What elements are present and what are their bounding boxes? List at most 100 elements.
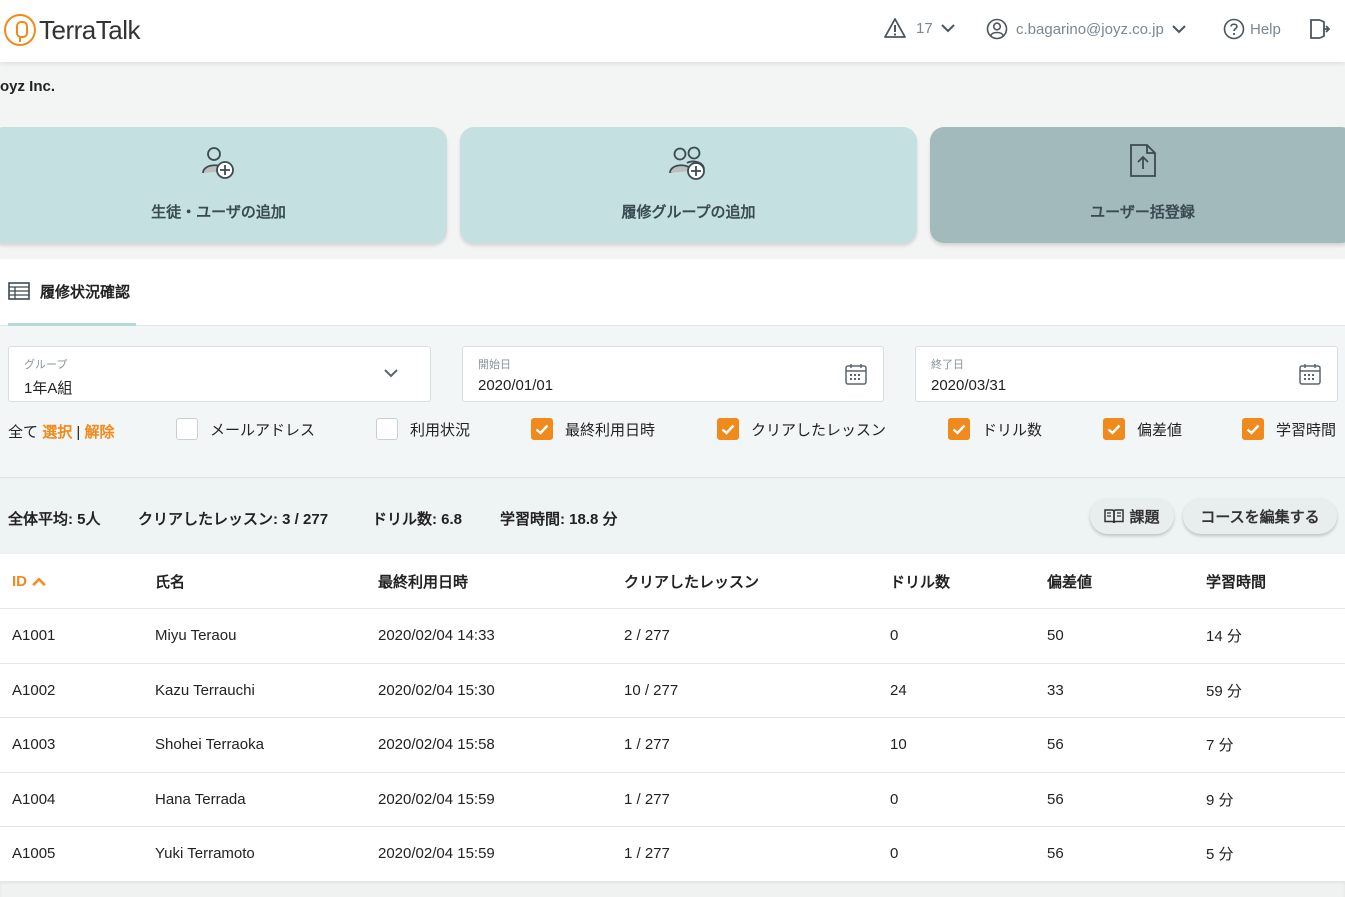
column-header-last-used[interactable]: 最終利用日時: [378, 554, 468, 608]
checkbox-box[interactable]: [176, 418, 198, 440]
help-link[interactable]: Help: [1223, 18, 1281, 40]
edit-course-button-label: コースを編集する: [1200, 508, 1320, 526]
checkbox-usage-status-label: 利用状況: [410, 421, 471, 439]
filter-panel: グループ 1年A組 開始日 2020/01/01 終了日 2020/03/31 …: [0, 326, 1345, 478]
cell-deviation-score: 50: [1047, 627, 1064, 645]
table-row[interactable]: A1002 Kazu Terrauchi 2020/02/04 15:30 10…: [0, 664, 1345, 718]
cell-deviation-score: 33: [1047, 681, 1064, 699]
select-all-link[interactable]: 選択: [42, 424, 72, 441]
alerts-count: 17: [916, 19, 933, 37]
start-date-field[interactable]: 開始日 2020/01/01: [462, 346, 884, 402]
book-icon: [1104, 509, 1125, 524]
checkbox-cleared-lessons[interactable]: クリアしたレッスン: [717, 418, 886, 440]
checkbox-box-checked[interactable]: [1242, 418, 1264, 440]
cell-last-used: 2020/02/04 15:30: [378, 681, 495, 699]
cell-drill-count: 24: [890, 681, 907, 699]
tab-bar: 履修状況確認: [0, 259, 1345, 326]
column-header-cleared-lessons[interactable]: クリアしたレッスン: [624, 554, 759, 608]
cell-id: A1002: [12, 681, 56, 699]
cell-last-used: 2020/02/04 15:59: [378, 790, 495, 808]
cell-study-time: 59 分: [1206, 682, 1242, 700]
alerts-menu[interactable]: 17: [884, 18, 955, 38]
group-select-label: グループ: [24, 359, 68, 371]
cell-drill-count: 10: [890, 736, 907, 754]
file-upload-icon: [1128, 143, 1158, 183]
cell-deviation-score: 56: [1047, 736, 1064, 754]
checkbox-box-checked[interactable]: [531, 418, 553, 440]
checkbox-cleared-lessons-label: クリアしたレッスン: [751, 421, 887, 439]
warning-icon: [884, 18, 906, 38]
table-row[interactable]: A1004 Hana Terrada 2020/02/04 15:59 1 / …: [0, 773, 1345, 827]
terratalk-logo[interactable]: TerraTalk: [4, 14, 140, 46]
checkbox-usage-status[interactable]: 利用状況: [376, 418, 470, 440]
cell-study-time: 7 分: [1206, 737, 1234, 755]
start-date-value: 2020/01/01: [478, 377, 554, 394]
top-bar: TerraTalk 17 c.bagarino@joyz.co.jp Help: [0, 0, 1345, 62]
summary-drills-label: ドリル数:: [372, 511, 437, 528]
checkbox-box-checked[interactable]: [717, 418, 739, 440]
summary-drills: ドリル数: 6.8: [372, 508, 462, 529]
checkbox-box[interactable]: [376, 418, 398, 440]
cell-id: A1001: [12, 627, 56, 645]
column-header-deviation-score[interactable]: 偏差値: [1047, 554, 1092, 608]
cell-deviation-score: 56: [1047, 790, 1064, 808]
summary-average: 全体平均: 5人: [8, 508, 101, 529]
tab-enrollment-status[interactable]: 履修状況確認: [8, 259, 136, 326]
checkbox-deviation-score[interactable]: 偏差値: [1103, 418, 1182, 440]
cell-cleared-lessons: 1 / 277: [624, 845, 670, 863]
end-date-label: 終了日: [931, 359, 964, 371]
calendar-icon[interactable]: [845, 363, 867, 385]
user-menu[interactable]: c.bagarino@joyz.co.jp: [986, 18, 1186, 40]
assignments-button[interactable]: 課題: [1090, 498, 1174, 534]
bulk-user-registration-card[interactable]: ユーザー括登録: [930, 127, 1345, 243]
cell-last-used: 2020/02/04 15:59: [378, 845, 495, 863]
cell-name: Kazu Terrauchi: [155, 681, 255, 699]
page-bottom-edge: [0, 881, 1345, 897]
end-date-field[interactable]: 終了日 2020/03/31: [915, 346, 1338, 402]
calendar-icon[interactable]: [1299, 363, 1321, 385]
end-date-value: 2020/03/31: [931, 377, 1007, 394]
edit-course-button[interactable]: コースを編集する: [1183, 498, 1337, 534]
summary-average-value: 5人: [77, 511, 101, 528]
checkbox-study-time[interactable]: 学習時間: [1242, 418, 1336, 440]
cell-deviation-score: 56: [1047, 845, 1064, 863]
enrollment-table: ID 氏名 最終利用日時 クリアしたレッスン ドリル数 偏差値 学習時間 A10…: [0, 554, 1345, 882]
user-email: c.bagarino@joyz.co.jp: [1016, 20, 1164, 38]
check-icon: [1107, 424, 1121, 435]
cell-name: Hana Terrada: [155, 790, 246, 808]
chevron-down-icon: [1172, 24, 1186, 33]
cell-name: Shohei Terraoka: [155, 736, 264, 754]
cell-name: Miyu Teraou: [155, 627, 237, 645]
cell-name: Yuki Terramoto: [155, 845, 255, 863]
checkbox-box-checked[interactable]: [1103, 418, 1125, 440]
summary-study-time-value: 18.8 分: [569, 511, 618, 528]
cell-drill-count: 0: [890, 627, 899, 645]
cell-id: A1004: [12, 790, 56, 808]
add-group-icon: [667, 143, 711, 183]
table-row[interactable]: A1003 Shohei Terraoka 2020/02/04 15:58 1…: [0, 718, 1345, 773]
cell-last-used: 2020/02/04 14:33: [378, 627, 495, 645]
column-header-id-label: ID: [12, 572, 27, 590]
column-header-drill-count[interactable]: ドリル数: [890, 554, 950, 608]
checkbox-drill-count[interactable]: ドリル数: [948, 418, 1042, 440]
cell-id: A1003: [12, 736, 56, 754]
checkbox-box-checked[interactable]: [948, 418, 970, 440]
group-select[interactable]: グループ 1年A組: [8, 346, 431, 402]
clear-all-link[interactable]: 解除: [84, 424, 114, 441]
checkbox-last-used[interactable]: 最終利用日時: [531, 418, 655, 440]
column-header-name[interactable]: 氏名: [155, 554, 185, 608]
logout-button[interactable]: [1308, 18, 1330, 40]
table-row[interactable]: A1005 Yuki Terramoto 2020/02/04 15:59 1 …: [0, 827, 1345, 882]
cell-cleared-lessons: 10 / 277: [624, 681, 679, 699]
cell-cleared-lessons: 1 / 277: [624, 736, 670, 754]
column-header-study-time[interactable]: 学習時間: [1206, 554, 1266, 608]
add-enrollment-group-card[interactable]: 履修グループの追加: [460, 127, 917, 243]
checkbox-email[interactable]: メールアドレス: [176, 418, 315, 440]
add-student-user-card[interactable]: 生徒・ユーザの追加: [0, 127, 447, 243]
assignments-button-label: 課題: [1129, 508, 1160, 526]
column-header-id[interactable]: ID: [12, 554, 47, 608]
logo-text: TerraTalk: [39, 14, 140, 45]
chevron-down-icon: [384, 369, 398, 378]
checkbox-deviation-score-label: 偏差値: [1137, 421, 1183, 439]
table-row[interactable]: A1001 Miyu Teraou 2020/02/04 14:33 2 / 2…: [0, 609, 1345, 664]
